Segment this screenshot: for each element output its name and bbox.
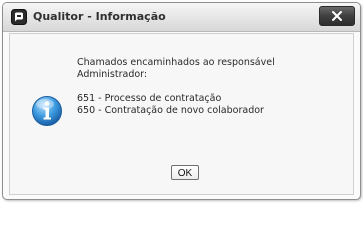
message-line: Administrador: — [77, 69, 148, 80]
dialog-window: Qualitor - Informação Chamados encaminha… — [2, 2, 361, 200]
ok-button[interactable]: OK — [171, 165, 199, 180]
close-button[interactable] — [319, 6, 355, 26]
dialog-content: Chamados encaminhados ao responsável Adm… — [9, 33, 354, 195]
message-text: Chamados encaminhados ao responsável Adm… — [77, 57, 347, 117]
close-icon — [332, 11, 342, 21]
ticket-item: 650 - Contratação de novo colaborador — [77, 105, 264, 116]
qualitor-logo-icon — [11, 9, 27, 25]
message-line: Chamados encaminhados ao responsável — [77, 57, 275, 68]
title-bar[interactable]: Qualitor - Informação — [3, 3, 360, 32]
window-title: Qualitor - Informação — [33, 10, 166, 23]
info-icon — [31, 95, 63, 127]
ticket-item: 651 - Processo de contratação — [77, 93, 222, 104]
